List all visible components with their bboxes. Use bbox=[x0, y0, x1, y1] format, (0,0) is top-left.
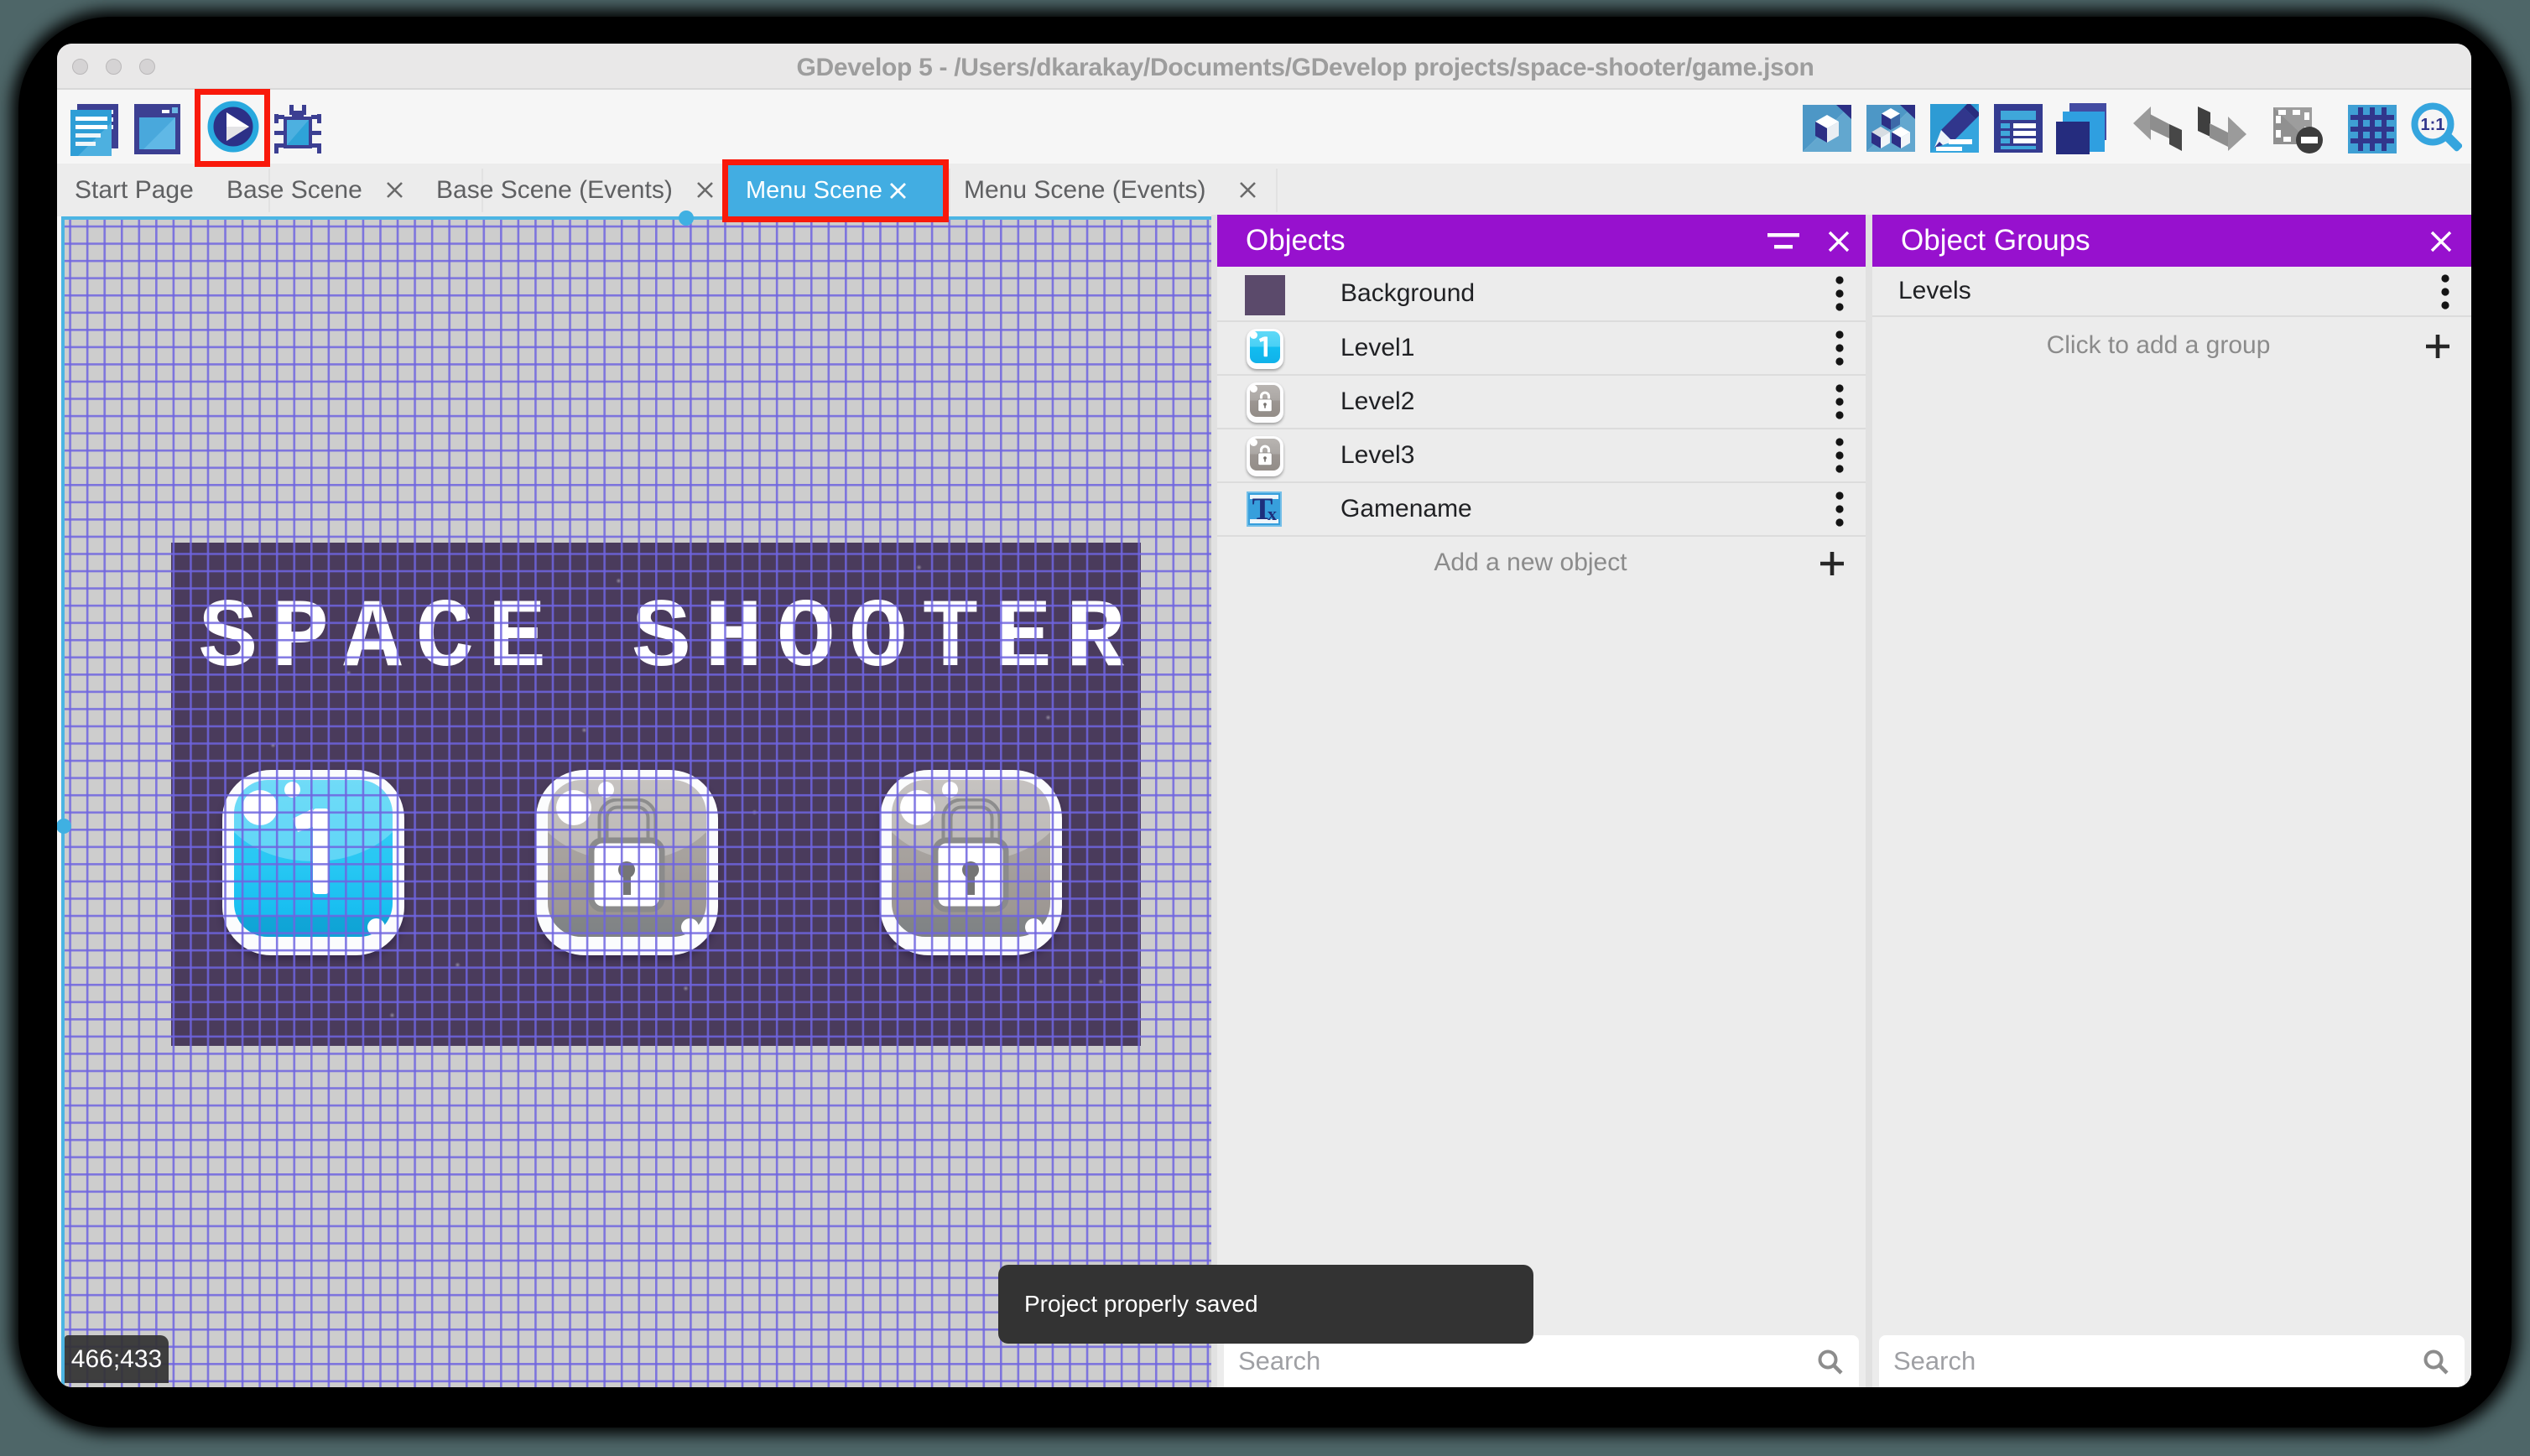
svg-text:1:1: 1:1 bbox=[2421, 116, 2445, 134]
